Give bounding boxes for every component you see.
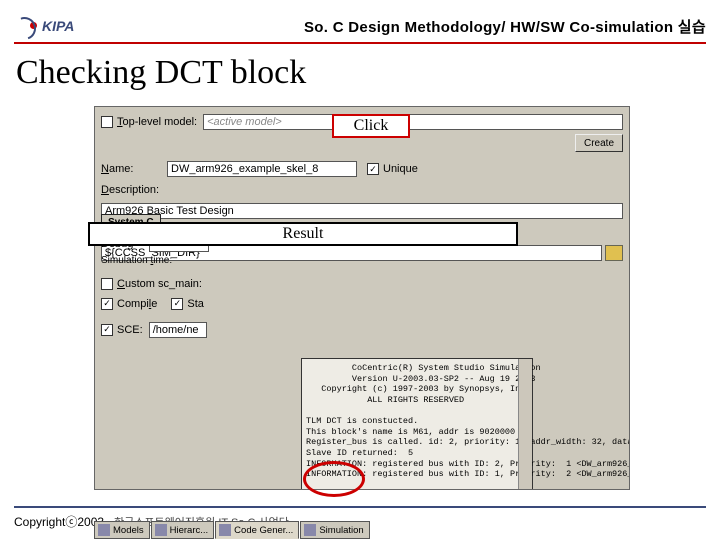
compile-checkbox[interactable] bbox=[101, 298, 113, 310]
sce-field[interactable]: /home/ne bbox=[149, 322, 207, 338]
copyright: Copyrightⓒ2003 bbox=[14, 513, 104, 530]
unique-checkbox[interactable] bbox=[367, 163, 379, 175]
name-field[interactable]: DW_arm926_example_skel_8 bbox=[167, 161, 357, 177]
header-title: So. C Design Methodology/ HW/SW Co-simul… bbox=[74, 16, 706, 37]
simulation-icon bbox=[304, 524, 316, 536]
sta-checkbox[interactable] bbox=[171, 298, 183, 310]
tab-hierarchy[interactable]: Hierarc... bbox=[151, 521, 215, 539]
models-icon bbox=[98, 524, 110, 536]
sce-label: SCE: bbox=[117, 324, 143, 336]
unique-label: Unique bbox=[383, 163, 418, 175]
click-callout: Click bbox=[332, 114, 410, 138]
desc-label: Description: bbox=[101, 184, 161, 196]
logo-text: KIPA bbox=[42, 18, 74, 34]
highlight-ellipse bbox=[303, 461, 365, 497]
create-button[interactable]: Create bbox=[575, 134, 623, 152]
footer-divider bbox=[14, 506, 706, 508]
custom-checkbox[interactable] bbox=[101, 278, 113, 290]
compile-label: Compile bbox=[117, 298, 157, 310]
app-window: Top-level model: <active model> Create N… bbox=[94, 106, 630, 490]
tab-models[interactable]: Models bbox=[94, 521, 150, 539]
toplevel-checkbox[interactable] bbox=[101, 116, 113, 128]
kipa-logo: KIPA bbox=[14, 15, 74, 37]
codegen-icon bbox=[219, 524, 231, 536]
sta-label: Sta bbox=[187, 298, 204, 310]
sce-checkbox[interactable] bbox=[101, 324, 113, 336]
vertical-scrollbar[interactable] bbox=[518, 359, 532, 490]
result-callout: Result bbox=[88, 222, 518, 246]
hierarchy-icon bbox=[155, 524, 167, 536]
toplevel-label: Top-level model: bbox=[117, 116, 197, 128]
tab-codegen[interactable]: Code Gener... bbox=[215, 521, 299, 539]
custom-label: Custom sc_main: bbox=[117, 278, 202, 290]
toplevel-field[interactable]: <active model> bbox=[203, 114, 623, 130]
tab-simulation[interactable]: Simulation bbox=[300, 521, 369, 539]
page-title: Checking DCT block bbox=[16, 54, 306, 92]
simtime-label: Simulation time: bbox=[101, 255, 187, 266]
name-label: Name: bbox=[101, 163, 161, 175]
app-tabbar: Models Hierarc... Code Gener... Simulati… bbox=[94, 521, 371, 539]
